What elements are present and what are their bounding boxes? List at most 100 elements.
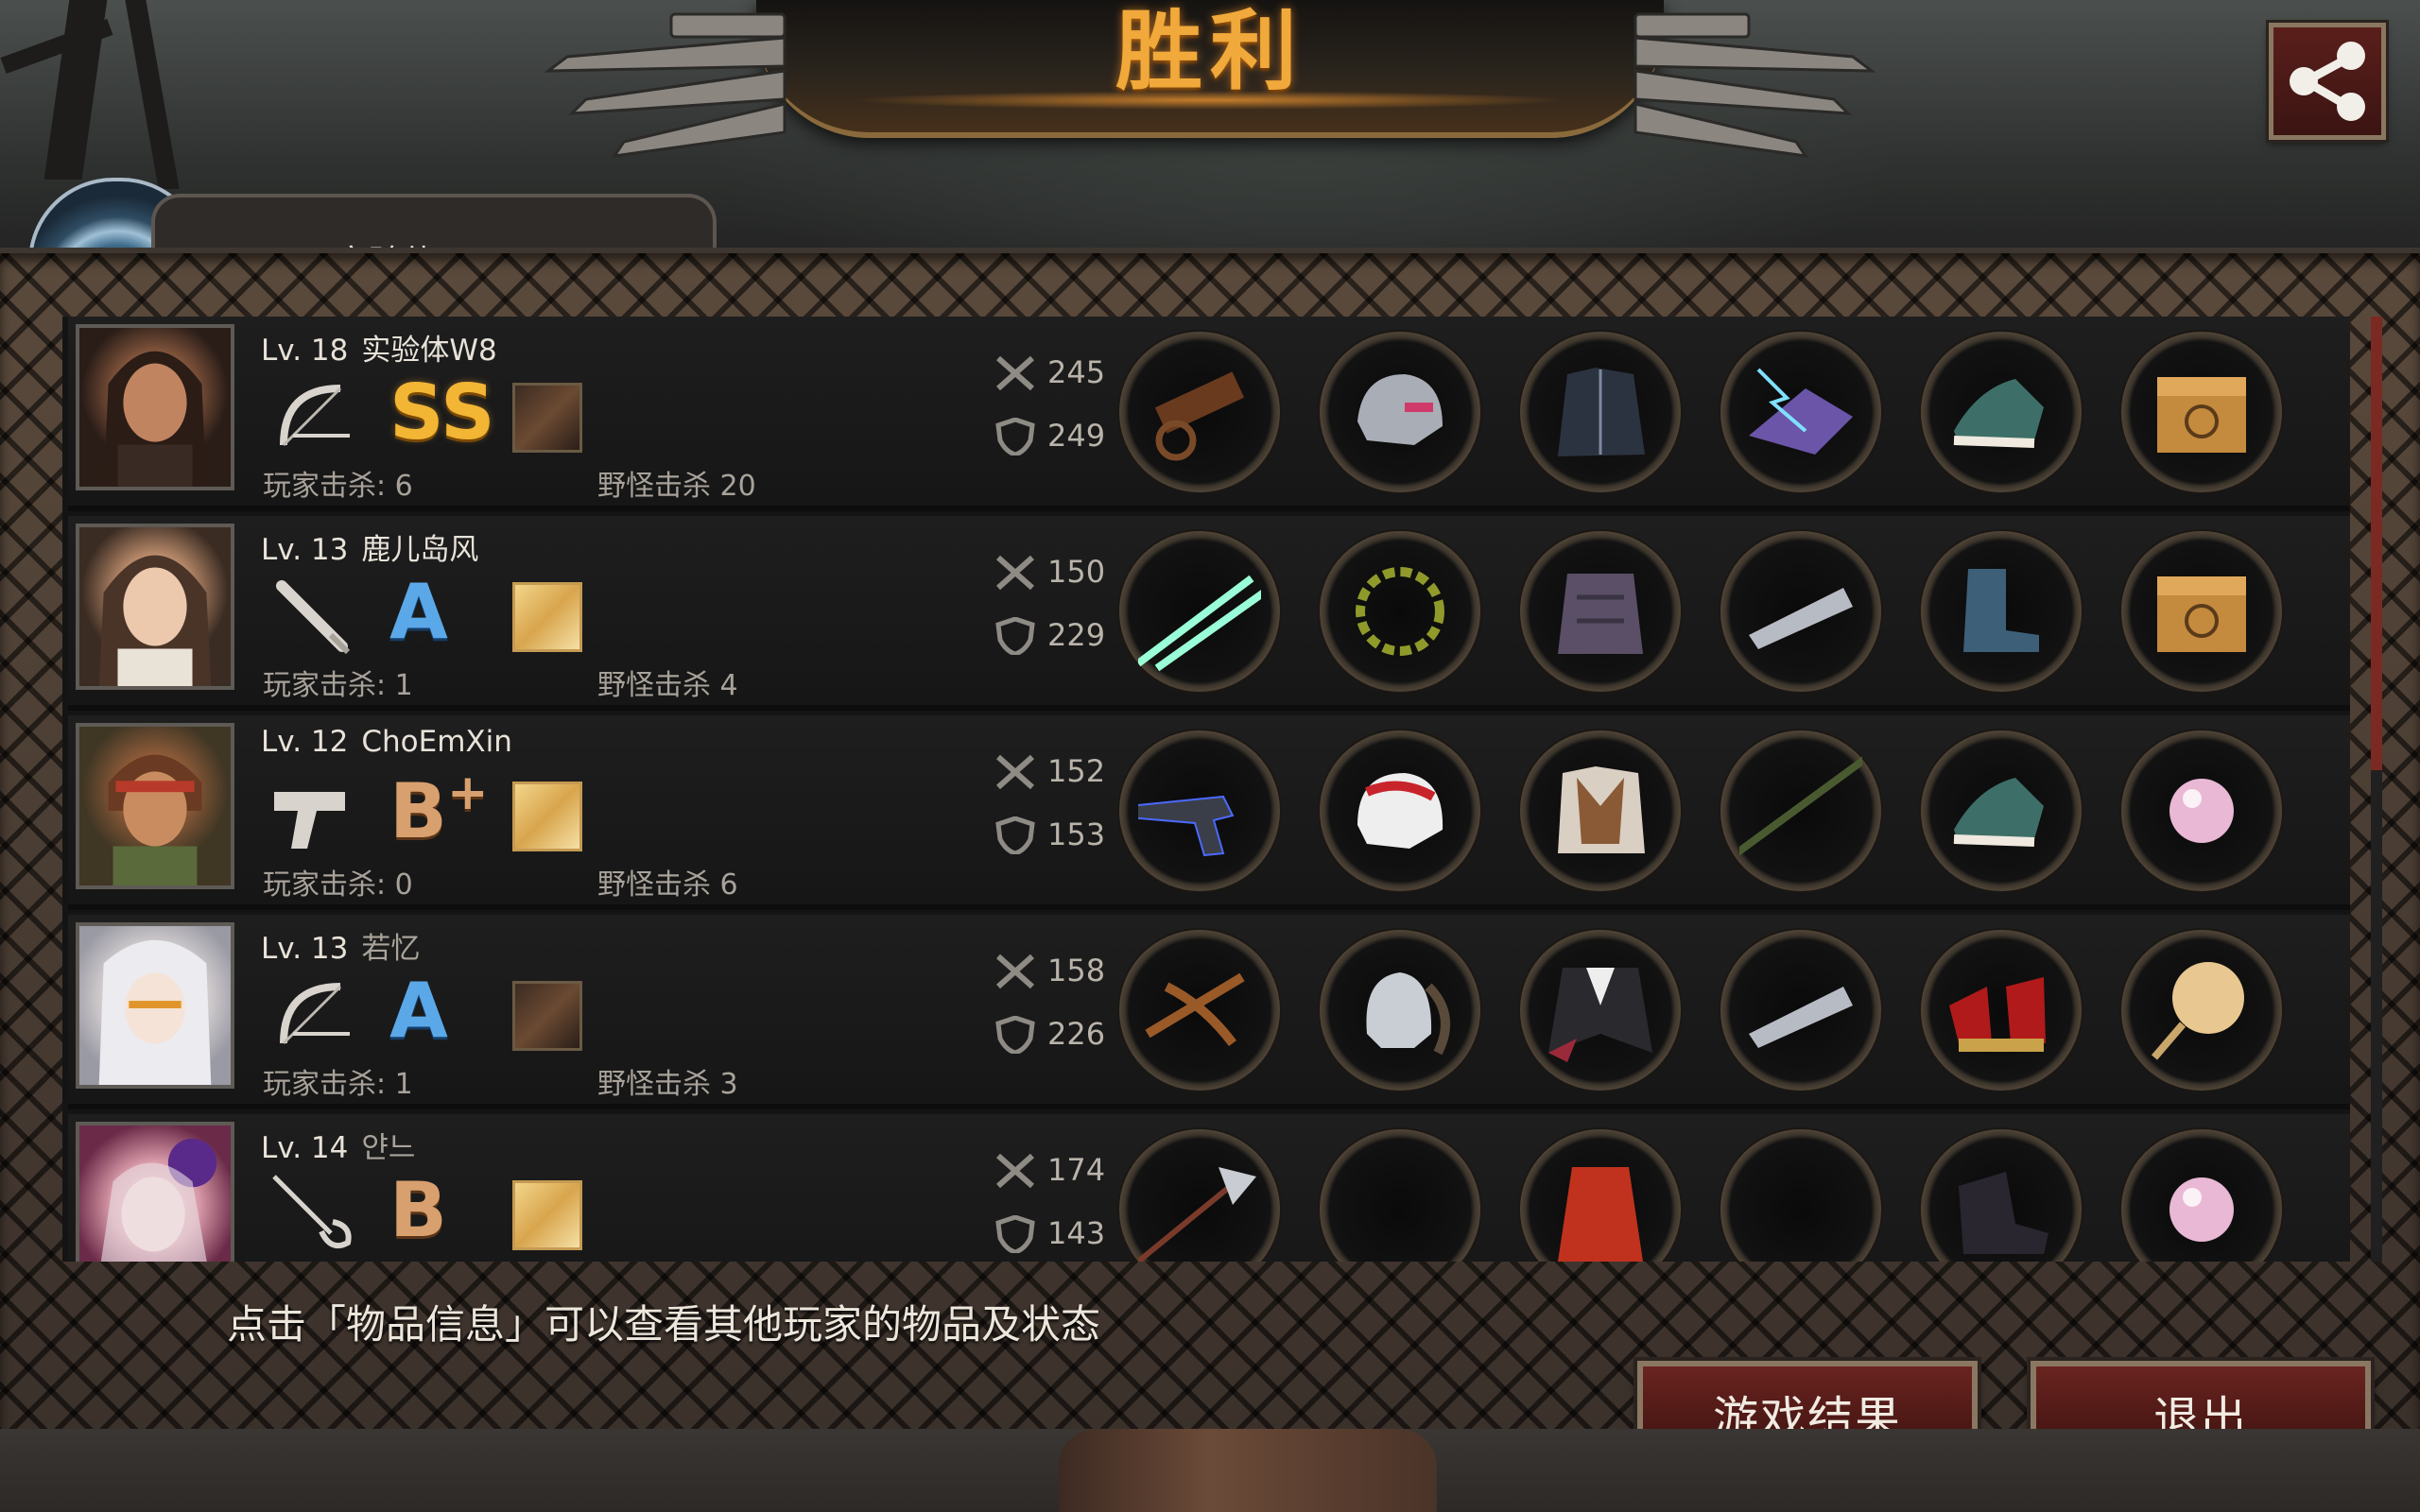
item-slot[interactable] [1320, 730, 1480, 891]
share-button[interactable] [2269, 23, 2386, 140]
cat-box-icon [2157, 576, 2246, 652]
laurel-wreath-icon [1356, 567, 1444, 656]
player-row[interactable]: Lv. 18 实验体W8 SS 玩家击杀: 6 野怪击杀 20 245 249 [68, 317, 2350, 511]
rank-badge: A [389, 967, 448, 1055]
character-figure [1059, 1429, 1437, 1512]
player-kills: 玩家击杀: 0 [263, 868, 413, 902]
tree-branch [125, 0, 180, 189]
item-slot[interactable] [2121, 332, 2282, 492]
list-scrollbar[interactable] [2371, 317, 2382, 1262]
attack-value: 174 [1047, 1152, 1106, 1188]
item-slot[interactable] [1720, 332, 1881, 492]
item-slot[interactable] [1520, 332, 1681, 492]
item-slot[interactable] [2121, 531, 2282, 692]
blade-bracer-icon [1749, 987, 1853, 1048]
tailcoat-icon [1548, 968, 1652, 1062]
item-slot[interactable] [1921, 531, 2082, 692]
item-slot[interactable] [2121, 930, 2282, 1091]
shield-icon [995, 418, 1035, 455]
rank-plus: + [446, 765, 489, 821]
attack-value: 150 [1047, 554, 1106, 590]
player-kills: 玩家击杀: 1 [263, 669, 413, 702]
shield-icon [995, 617, 1035, 655]
item-slot[interactable] [1320, 332, 1480, 492]
skill-icon [512, 582, 582, 652]
player-level: Lv. 18 [261, 334, 349, 368]
item-slot[interactable] [1921, 730, 2082, 891]
item-slot[interactable] [1119, 332, 1280, 492]
rank-letter: B [389, 767, 447, 855]
item-slot[interactable] [2121, 730, 2282, 891]
rank-badge: B+ [389, 765, 489, 859]
lightning-gauntlet-icon [1749, 368, 1853, 455]
victory-title: 胜利 [1115, 1, 1305, 102]
ballista-cart-icon [1154, 371, 1245, 461]
item-slot[interactable] [1119, 531, 1280, 692]
rapier-icon [272, 1175, 352, 1248]
defense-value: 229 [1047, 617, 1106, 653]
sneaker-icon [1953, 379, 2044, 448]
skill-icon [512, 782, 582, 851]
pearl-icon [2169, 779, 2234, 843]
sneaker-icon [1953, 778, 2044, 847]
character-portrait [76, 922, 234, 1089]
skill-icon [512, 383, 582, 453]
defense-value: 249 [1047, 418, 1106, 454]
wing-ornament-left [544, 12, 786, 158]
player-level: Lv. 13 [261, 533, 349, 567]
attack-value: 152 [1047, 753, 1106, 789]
item-slot[interactable] [1921, 1129, 2082, 1262]
robot-helmet-icon [1357, 374, 1443, 445]
player-level: Lv. 14 [261, 1131, 349, 1165]
item-slot[interactable] [1720, 930, 1881, 1091]
item-slot[interactable] [1119, 930, 1280, 1091]
item-slot[interactable] [2121, 1129, 2282, 1262]
blade-bracer-icon [1749, 588, 1853, 649]
bottom-scene [0, 1429, 2420, 1512]
player-row[interactable]: Lv. 14 얀느 B 174 143 [68, 1114, 2350, 1262]
item-slot[interactable] [1119, 730, 1280, 891]
attack-value: 158 [1047, 953, 1106, 988]
bat-icon [276, 580, 351, 655]
item-slot[interactable] [1520, 730, 1681, 891]
item-slot[interactable] [1921, 930, 2082, 1091]
armor-suit-icon [1558, 574, 1643, 654]
item-slot[interactable] [1921, 332, 2082, 492]
character-portrait [76, 324, 234, 490]
player-name: ChoEmXin [361, 725, 512, 759]
character-portrait [76, 1122, 234, 1262]
player-row[interactable]: Lv. 13 鹿儿岛风 A 玩家击杀: 1 野怪击杀 4 150 229 [68, 516, 2350, 711]
red-suit-icon [1558, 1167, 1643, 1262]
item-slot[interactable] [1119, 1129, 1280, 1262]
defense-value: 143 [1047, 1215, 1106, 1251]
monster-kills: 野怪击杀 20 [597, 470, 756, 503]
scrollbar-thumb[interactable] [2371, 317, 2382, 770]
player-name: 若忆 [361, 932, 421, 966]
bow-icon [280, 983, 350, 1045]
player-row[interactable]: Lv. 12 ChoEmXin B+ 玩家击杀: 0 野怪击杀 6 152 153 [68, 715, 2350, 910]
item-slot[interactable] [1320, 930, 1480, 1091]
skill-icon [512, 981, 582, 1051]
player-name: 얀느 [361, 1131, 416, 1165]
item-slot-empty[interactable] [1720, 1129, 1881, 1262]
item-slot[interactable] [1520, 1129, 1681, 1262]
rank-badge: A [389, 568, 448, 656]
crossed-swords-icon [996, 355, 1034, 391]
monster-kills: 野怪击杀 6 [597, 868, 738, 902]
item-slot[interactable] [1520, 531, 1681, 692]
lightsaber-icon [1138, 575, 1261, 672]
item-slot[interactable] [1720, 730, 1881, 891]
player-level: Lv. 12 [261, 725, 349, 759]
item-slot[interactable] [1320, 531, 1480, 692]
item-slot[interactable] [1520, 930, 1681, 1091]
shield-icon [995, 1016, 1035, 1054]
revolver-icon [1138, 795, 1235, 857]
item-slot-empty[interactable] [1320, 1129, 1480, 1262]
player-row[interactable]: Lv. 13 若忆 A 玩家击杀: 1 野怪击杀 3 158 226 [68, 915, 2350, 1109]
player-name: 鹿儿岛风 [361, 533, 479, 567]
pistol-icon [274, 792, 345, 849]
player-result-list[interactable]: Lv. 18 实验体W8 SS 玩家击杀: 6 野怪击杀 20 245 249 [62, 317, 2350, 1262]
rank-badge: SS [389, 369, 495, 456]
pearl-icon [2169, 1177, 2234, 1242]
item-slot[interactable] [1720, 531, 1881, 692]
